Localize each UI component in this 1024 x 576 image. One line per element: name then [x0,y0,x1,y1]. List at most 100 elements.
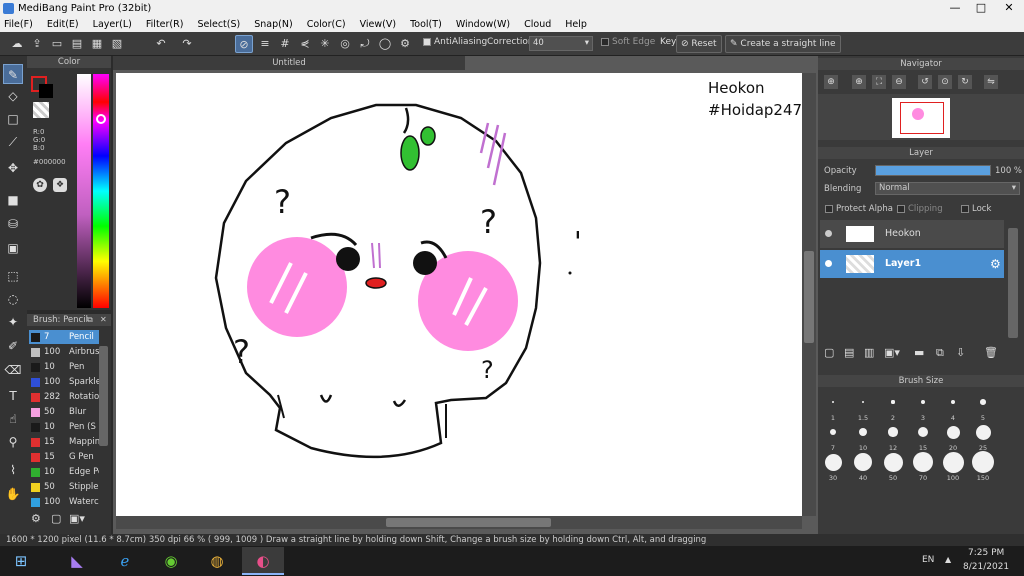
color-picker-icon[interactable]: ❖ [53,178,67,192]
brush-size-option[interactable] [980,399,986,405]
text-tool-icon[interactable]: T [3,386,23,406]
layer-settings-icon[interactable]: ⚙ [990,250,1001,278]
menu-view[interactable]: View(V) [360,19,396,30]
brush-item[interactable]: 10 Pen (S [29,420,99,434]
brush-size-option[interactable] [883,452,903,472]
flip-icon[interactable]: ⇋ [984,75,998,89]
menu-filter[interactable]: Filter(R) [146,19,184,30]
grid-snap-icon[interactable]: # [276,35,294,53]
menu-edit[interactable]: Edit(E) [47,19,79,30]
internet-explorer-icon[interactable]: ℯ [104,547,146,575]
correction-select[interactable]: 40 ▾ [529,36,593,51]
brush-item[interactable]: 50 Stipple [29,480,99,494]
gradient-tool-icon[interactable]: ▣ [3,238,23,258]
select-eraser-tool-icon[interactable]: ⌫ [3,360,23,380]
straight-line-button[interactable]: ✎ Create a straight line [725,35,841,53]
clock-date[interactable]: 8/21/2021 [963,562,1009,572]
hand-tool-icon[interactable]: ✋ [3,484,23,504]
select-rect-tool-icon[interactable]: ⬚ [3,266,23,286]
document-icon[interactable]: ▦ [88,35,106,53]
brush-size-option[interactable] [854,453,872,471]
brush-item[interactable]: 50 Blur [29,405,99,419]
lock-checkbox[interactable]: Lock [961,204,991,214]
merge-down-icon[interactable]: ⇩ [956,346,965,359]
drawing-canvas[interactable]: ? ? ? ? ' Heokon #Hoidap247 [116,73,802,516]
radial-line-icon[interactable]: ✳ [316,35,334,53]
brush-size-option[interactable] [913,452,933,472]
rotate-left-icon[interactable]: ↺ [918,75,932,89]
brush-size-option[interactable] [859,428,867,436]
soft-edge-checkbox[interactable]: Soft Edge [601,37,655,47]
brush-size-option[interactable] [946,425,960,439]
layer-row-heokon[interactable]: Heokon [820,220,1004,248]
brush-list-scrollbar[interactable] [99,346,108,446]
dropper-tool-icon[interactable]: ⌇ [3,460,23,480]
hue-slider-handle[interactable] [96,114,106,124]
palette-icon[interactable]: ✿ [33,178,47,192]
add-layer-menu-icon[interactable]: ▣▾ [884,346,900,359]
folder-icon[interactable]: ▬ [914,346,924,359]
minimize-button[interactable]: — [942,0,968,17]
page-icon[interactable]: ▧ [108,35,126,53]
layer-list-scrollbar[interactable] [1008,228,1018,338]
start-icon[interactable]: ⊞ [0,547,42,575]
menu-layer[interactable]: Layer(L) [93,19,132,30]
language-indicator[interactable]: EN [922,555,934,565]
canvas-vertical-scrollbar[interactable] [802,73,816,516]
brush-add-icon[interactable]: ▣▾ [69,512,85,525]
close-button[interactable]: ✕ [994,0,1024,17]
zoom-out-icon[interactable]: ⊖ [892,75,906,89]
horizontal-scroll-thumb[interactable] [386,518,551,527]
lasso-tool-icon[interactable]: ◌ [3,289,23,309]
brush-size-option[interactable] [917,426,929,438]
brush-item[interactable]: 7 Pencil [29,330,99,344]
rotate-right-icon[interactable]: ↻ [958,75,972,89]
chat-icon[interactable]: ▤ [68,35,86,53]
close-icon[interactable]: ✕ [100,315,107,324]
menu-window[interactable]: Window(W) [456,19,510,30]
snap-off-icon[interactable]: ⊘ [235,35,253,53]
medibang-icon[interactable]: ◐ [242,547,284,575]
transparent-color-swatch[interactable] [33,102,49,118]
rectangle-tool-icon[interactable]: □ [3,109,23,129]
new-8bit-layer-icon[interactable]: ▥ [864,346,874,359]
share-icon[interactable]: ⇪ [28,35,46,53]
coc-coc-icon[interactable]: ◉ [150,547,192,575]
snap-settings-icon[interactable]: ⚙ [396,35,414,53]
undo-icon[interactable]: ↶ [152,35,170,53]
zoom-in-icon[interactable]: ⊕ [824,75,838,89]
new-layer-icon[interactable]: ▢ [824,346,834,359]
select-pen-tool-icon[interactable]: ✐ [3,336,23,356]
brush-item[interactable]: 100 Airbrush [29,345,99,359]
maximize-button[interactable]: □ [968,0,994,17]
menu-file[interactable]: File(F) [4,19,33,30]
visual-studio-icon[interactable]: ◣ [56,547,98,575]
brush-item[interactable]: 10 Pen [29,360,99,374]
brush-size-option[interactable] [921,400,925,404]
brush-item[interactable]: 100 Sparkle [29,375,99,389]
ellipse-snap-icon[interactable]: ◯ [376,35,394,53]
circle-snap-icon[interactable]: ◎ [336,35,354,53]
menu-tool[interactable]: Tool(T) [410,19,442,30]
brush-size-option[interactable] [832,401,834,403]
brush-item[interactable]: 10 Edge Pen [29,465,99,479]
menu-color[interactable]: Color(C) [307,19,346,30]
saturation-slider[interactable] [77,74,91,308]
brush-size-option[interactable] [950,399,956,405]
menu-snap[interactable]: Snap(N) [254,19,292,30]
brush-size-option[interactable] [829,428,837,436]
redo-icon[interactable]: ↷ [178,35,196,53]
brush-size-option[interactable] [972,451,994,473]
document-tab[interactable]: Untitled [113,56,465,70]
visibility-icon[interactable] [825,230,832,237]
fit-icon[interactable]: ⛶ [872,75,886,89]
menu-select[interactable]: Select(S) [197,19,240,30]
chrome-icon[interactable]: ◍ [196,547,238,575]
expand-icon[interactable]: ⧉ [87,315,93,325]
new-halftone-layer-icon[interactable]: ▤ [844,346,854,359]
line-tool-icon[interactable]: ⟋ [3,132,23,152]
clipping-checkbox[interactable]: Clipping [897,204,943,214]
hue-slider[interactable] [93,74,109,308]
brush-item[interactable]: 15 Mapping [29,435,99,449]
magic-wand-tool-icon[interactable]: ✦ [3,312,23,332]
